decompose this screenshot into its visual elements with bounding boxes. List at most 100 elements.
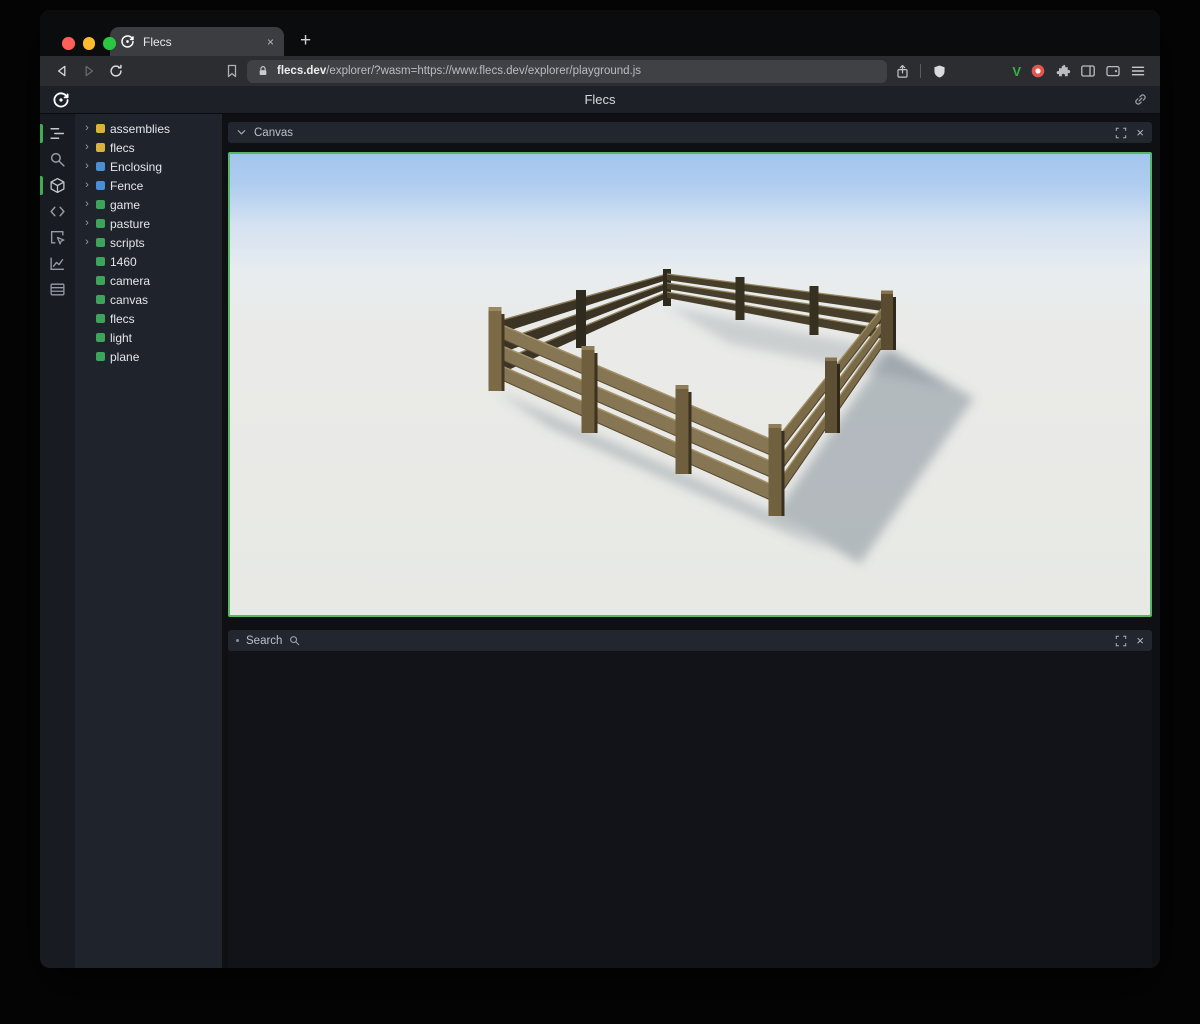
sidebar-toggle-button[interactable] [1080,63,1096,79]
cube-icon[interactable] [40,177,75,194]
table-icon[interactable] [40,281,75,298]
entity-color-icon [96,238,105,247]
app-body: ›assemblies›flecs›Enclosing›Fence›game›p… [40,114,1160,968]
code-icon[interactable] [40,203,75,220]
tab-title: Flecs [143,35,172,49]
tree-item-label: light [110,331,132,345]
inspector-icon[interactable] [40,229,75,246]
tree-item-label: scripts [110,236,145,250]
puzzle-icon [1055,63,1071,79]
tree-item-canvas[interactable]: canvas [79,290,218,309]
tree-item-scripts[interactable]: › scripts [79,233,218,252]
entity-color-icon [96,333,105,342]
sidebar-toggle-icon [1080,63,1096,79]
search-panel-title: Search [246,635,282,647]
tree-item-game[interactable]: ›game [79,195,218,214]
tab-favicon-icon [120,34,135,49]
expand-panel-icon[interactable] [1115,127,1127,139]
lock-icon [256,64,270,78]
reload-icon [108,63,124,79]
tree-item-label: pasture [110,217,150,231]
permalink-button[interactable] [1133,92,1148,107]
tree-item-Enclosing[interactable]: › Enclosing [79,157,218,176]
shield-button[interactable] [927,59,951,83]
expand-panel-icon[interactable] [1115,635,1127,647]
nav-toolbar: flecs.dev/explorer/?wasm=https://www.fle… [40,56,1160,86]
close-search-panel-icon[interactable]: × [1136,634,1144,647]
forward-button[interactable] [77,59,101,83]
app-header: Flecs [40,86,1160,114]
tree-item-label: camera [110,274,150,288]
minimize-window-button[interactable] [83,37,96,50]
expand-arrow-icon[interactable]: › [83,180,91,191]
canvas-3d-viewport[interactable] [228,152,1152,617]
browser-tab[interactable]: Flecs × [110,27,284,56]
reload-button[interactable] [104,59,128,83]
tree-item-plane[interactable]: plane [79,347,218,366]
entity-color-icon [96,295,105,304]
search-icon[interactable] [40,151,75,168]
fence-scene [230,154,1150,615]
bookmark-icon [224,63,240,79]
extension-red-button[interactable] [1030,63,1046,79]
canvas-panel-title: Canvas [254,127,293,139]
collapse-chevron-icon[interactable] [236,127,247,138]
entity-color-icon [96,219,105,228]
menu-button[interactable] [1130,63,1146,79]
tree-item-light[interactable]: light [79,328,218,347]
stats-icon[interactable] [40,255,75,272]
tab-close-icon[interactable]: × [267,35,274,49]
flecs-explorer-app: Flecs ›assemblies›flecs›Enclosing›Fence›… [40,86,1160,968]
entity-tree-icon[interactable] [40,125,75,142]
new-tab-button[interactable]: + [300,31,311,50]
extension-red-icon [1030,63,1046,79]
tree-item-label: flecs [110,312,135,326]
expand-arrow-icon[interactable]: › [83,218,91,229]
tree-item-assemblies[interactable]: ›assemblies [79,119,218,138]
wallet-button[interactable] [1105,63,1121,79]
share-button[interactable] [890,59,914,83]
expand-arrow-icon[interactable]: › [83,123,91,134]
main-area: Canvas × [222,114,1160,968]
shield-icon [932,64,947,79]
extensions-area: V [1012,63,1150,79]
search-panel-actions: × [1115,634,1144,647]
forward-arrow-icon [81,63,97,79]
maximize-window-button[interactable] [103,37,116,50]
entity-color-icon [96,162,105,171]
share-icon [895,64,910,79]
page-title: Flecs [584,92,615,107]
entity-color-icon [96,200,105,209]
search-panel-header[interactable]: Search × [228,630,1152,651]
expand-arrow-icon[interactable]: › [83,142,91,153]
tree-item-pasture[interactable]: › pasture [79,214,218,233]
back-arrow-icon [54,63,70,79]
entity-color-icon [96,181,105,190]
url-path: /explorer/?wasm=https://www.flecs.dev/ex… [326,65,641,77]
tree-item-flecs[interactable]: › flecs [79,138,218,157]
tree-item-1460[interactable]: 1460 [79,252,218,271]
expand-arrow-icon[interactable]: › [83,161,91,172]
traffic-lights [62,37,116,50]
tree-item-label: flecs [110,141,135,155]
expand-arrow-icon[interactable]: › [83,237,91,248]
url-domain: flecs.dev [277,65,326,77]
tree-item-label: Enclosing [110,160,162,174]
tree-item-camera[interactable]: camera [79,271,218,290]
extensions-button[interactable] [1055,63,1071,79]
back-button[interactable] [50,59,74,83]
tree-item-Fence[interactable]: ›Fence [79,176,218,195]
canvas-panel-header[interactable]: Canvas × [228,122,1152,143]
entity-color-icon [96,257,105,266]
activity-bar [40,114,75,968]
extension-v-button[interactable]: V [1012,64,1021,79]
close-window-button[interactable] [62,37,75,50]
url-bar[interactable]: flecs.dev/explorer/?wasm=https://www.fle… [247,60,887,83]
bookmark-button[interactable] [220,59,244,83]
close-canvas-panel-icon[interactable]: × [1136,126,1144,139]
tree-item-flecs[interactable]: flecs [79,309,218,328]
hamburger-menu-icon [1130,63,1146,79]
entity-color-icon [96,124,105,133]
expand-arrow-icon[interactable]: › [83,199,91,210]
canvas-panel-actions: × [1115,126,1144,139]
